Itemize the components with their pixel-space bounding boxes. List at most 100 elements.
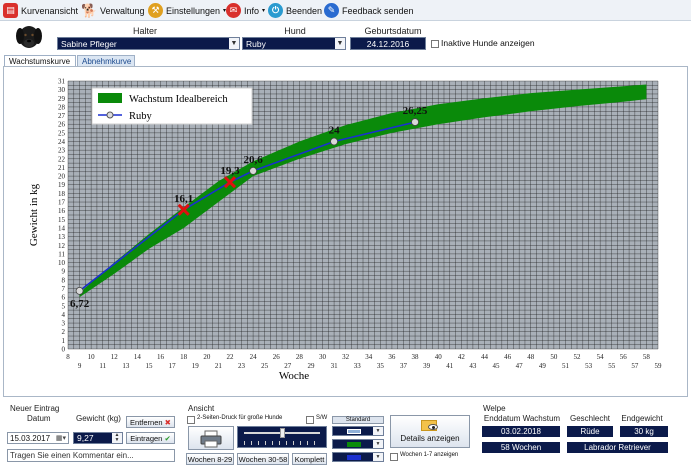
data-point-circle bbox=[249, 167, 257, 175]
chart-icon: ▤ bbox=[3, 3, 18, 18]
final-weight-label: Endgewicht bbox=[621, 414, 663, 423]
line-color-select[interactable]: ▼ bbox=[332, 452, 384, 462]
y-tick-label: 13 bbox=[58, 233, 66, 241]
x-tick-label: 53 bbox=[585, 362, 593, 370]
x-tick-label: 33 bbox=[354, 362, 362, 370]
x-tick-label: 46 bbox=[504, 353, 512, 361]
new-entry-title: Neuer Eintrag bbox=[10, 404, 60, 413]
weeks-8-29-button[interactable]: Wochen 8-29 bbox=[186, 453, 234, 465]
birth-date-field: 24.12.2016 bbox=[350, 37, 426, 50]
x-tick-label: 19 bbox=[192, 362, 200, 370]
inactive-dogs-checkbox[interactable] bbox=[431, 40, 439, 48]
toolbar-feedback[interactable]: ✎ Feedback senden bbox=[324, 1, 414, 20]
date-input[interactable]: 15.03.2017 ▦▾ bbox=[7, 432, 69, 444]
two-page-print-label: 2-Seiten-Druck für große Hunde bbox=[197, 415, 283, 421]
growth-weeks-value: 58 Wochen bbox=[482, 442, 560, 453]
x-tick-label: 51 bbox=[562, 362, 570, 370]
tools-icon: ⚒ bbox=[148, 3, 163, 18]
toolbar-verwaltung[interactable]: 🐕 Verwaltung bbox=[81, 1, 144, 20]
weeks-1-7-label: Wochen 1-7 anzeigen bbox=[400, 452, 459, 458]
toolbar-feedback-label: Feedback senden bbox=[342, 5, 414, 16]
chevron-down-icon[interactable]: ▼ bbox=[373, 453, 383, 461]
x-tick-label: 24 bbox=[250, 353, 258, 361]
x-tick-label: 35 bbox=[377, 362, 385, 370]
data-point-circle bbox=[75, 287, 84, 295]
owner-select[interactable]: Sabine Pfleger ▼ bbox=[57, 37, 240, 50]
chevron-down-icon[interactable]: ▼ bbox=[373, 440, 383, 448]
x-tick-label: 39 bbox=[423, 362, 431, 370]
add-entry-button[interactable]: Eintragen ✔ bbox=[126, 432, 175, 444]
dog-select-value: Ruby bbox=[246, 39, 266, 49]
y-tick-label: 15 bbox=[58, 216, 66, 224]
comment-input[interactable]: Tragen Sie einen Kommentar ein... bbox=[7, 449, 175, 462]
dog-select[interactable]: Ruby ▼ bbox=[242, 37, 346, 50]
data-point-circle bbox=[411, 118, 419, 126]
x-tick-label: 25 bbox=[261, 362, 269, 370]
details-button[interactable]: Details anzeigen bbox=[390, 415, 470, 448]
toolbar-beenden[interactable]: ⏻ Beenden bbox=[268, 1, 322, 20]
chevron-down-icon[interactable]: ▼ bbox=[229, 38, 239, 49]
complete-button[interactable]: Komplett bbox=[292, 453, 327, 465]
y-tick-label: 7 bbox=[62, 285, 66, 293]
zoom-slider[interactable] bbox=[237, 426, 327, 448]
data-point-circle bbox=[330, 137, 338, 146]
y-tick-label: 3 bbox=[62, 320, 66, 328]
band-color-swatch bbox=[347, 442, 361, 447]
x-tick-label: 20 bbox=[203, 353, 211, 361]
weeks-30-58-button[interactable]: Wochen 30-58 bbox=[237, 453, 289, 465]
bw-checkbox[interactable] bbox=[306, 416, 314, 424]
x-tick-label: 11 bbox=[99, 362, 106, 370]
inactive-dogs-label: Inaktive Hunde anzeigen bbox=[441, 38, 535, 48]
x-tick-label: 26 bbox=[273, 353, 281, 361]
y-tick-label: 20 bbox=[58, 173, 66, 181]
y-tick-label: 21 bbox=[58, 164, 66, 172]
sex-label: Geschlecht bbox=[569, 414, 611, 423]
data-label: 6,72 bbox=[70, 298, 90, 310]
toolbar-einstellungen[interactable]: ⚒ Einstellungen ▾ bbox=[148, 1, 226, 20]
x-tick-label: 59 bbox=[655, 362, 663, 370]
x-tick-label: 44 bbox=[481, 353, 489, 361]
y-tick-label: 17 bbox=[58, 199, 66, 207]
y-tick-label: 31 bbox=[58, 78, 66, 86]
toolbar-info[interactable]: ✉ Info ▾ bbox=[226, 1, 265, 20]
style-standard-button[interactable]: Standard bbox=[332, 416, 384, 424]
weight-input[interactable]: 9,27 ▲ ▼ bbox=[73, 432, 123, 444]
weight-stepper-icon[interactable]: ▲ ▼ bbox=[112, 433, 122, 443]
growth-end-value: 03.02.2018 bbox=[482, 426, 560, 437]
legend-swatch-band bbox=[98, 93, 122, 103]
data-label: 20,6 bbox=[243, 154, 263, 166]
slider-ticks bbox=[244, 441, 320, 445]
calendar-icon[interactable]: ▦▾ bbox=[56, 433, 66, 444]
power-icon: ⏻ bbox=[268, 3, 283, 18]
slider-thumb[interactable] bbox=[280, 428, 285, 438]
y-tick-label: 8 bbox=[62, 276, 66, 284]
feedback-icon: ✎ bbox=[324, 3, 339, 18]
weeks-1-7-checkbox[interactable] bbox=[390, 453, 398, 461]
print-button[interactable] bbox=[188, 426, 234, 450]
remove-entry-button[interactable]: Entfernen ✖ bbox=[126, 416, 175, 428]
x-tick-label: 45 bbox=[493, 362, 501, 370]
birth-label: Geburtsdatum bbox=[364, 26, 422, 36]
x-tick-label: 22 bbox=[226, 353, 234, 361]
two-page-print-checkbox[interactable] bbox=[187, 416, 195, 424]
chevron-down-icon[interactable]: ▼ bbox=[335, 38, 345, 49]
weight-label: Gewicht (kg) bbox=[76, 414, 121, 423]
toolbar-info-label: Info bbox=[244, 5, 260, 16]
chevron-down-icon[interactable]: ▼ bbox=[373, 427, 383, 435]
check-icon: ✔ bbox=[164, 434, 171, 443]
x-tick-label: 21 bbox=[215, 362, 223, 370]
remove-entry-label: Entfernen bbox=[130, 418, 163, 427]
y-tick-labels: 0123456789101112131415161718192021222324… bbox=[58, 78, 66, 354]
y-tick-label: 9 bbox=[62, 268, 66, 276]
x-tick-label: 37 bbox=[400, 362, 408, 370]
toolbar-kurvenansicht-label: Kurvenansicht bbox=[21, 5, 79, 16]
band-color-select[interactable]: ▼ bbox=[332, 439, 384, 449]
x-tick-label: 8 bbox=[66, 353, 70, 361]
y-tick-label: 16 bbox=[58, 207, 66, 215]
dog-label: Hund bbox=[284, 26, 306, 36]
toolbar-kurvenansicht[interactable]: ▤ Kurvenansicht bbox=[3, 1, 78, 20]
weight-input-value: 9,27 bbox=[77, 433, 94, 443]
grid-color-select[interactable]: ▼ bbox=[332, 426, 384, 436]
y-tick-label: 10 bbox=[58, 259, 66, 267]
x-tick-label: 15 bbox=[145, 362, 153, 370]
